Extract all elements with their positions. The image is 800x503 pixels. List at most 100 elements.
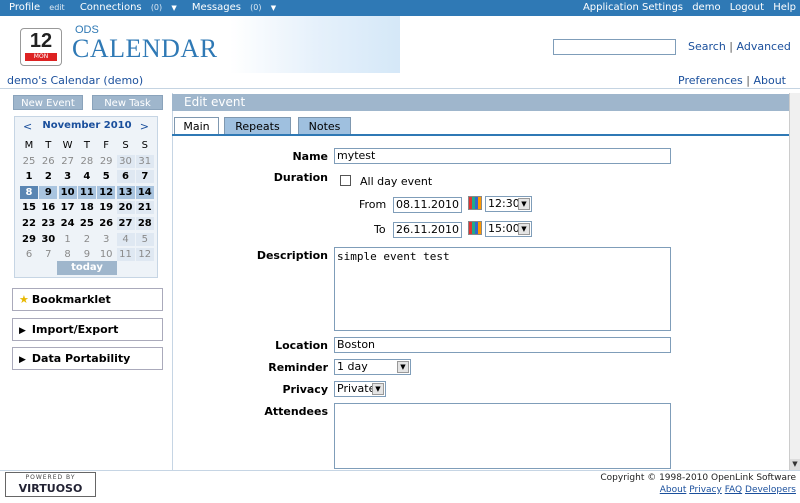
bookmarklet-panel[interactable]: ★ Bookmarklet bbox=[12, 288, 163, 311]
calendar-day[interactable]: 10 bbox=[97, 248, 115, 261]
calendar-day[interactable]: 28 bbox=[78, 155, 96, 168]
calendar-day[interactable]: 28 bbox=[135, 217, 154, 230]
profile-link[interactable]: Profile edit bbox=[9, 2, 71, 13]
calendar-day[interactable]: 29 bbox=[20, 233, 38, 246]
data-portability-panel[interactable]: ▶ Data Portability bbox=[12, 347, 163, 370]
calendar-day[interactable]: 13 bbox=[116, 185, 135, 199]
all-day-checkbox[interactable] bbox=[340, 175, 351, 186]
calendar-day[interactable]: 25 bbox=[20, 155, 38, 168]
calendar-day[interactable]: 16 bbox=[39, 201, 57, 214]
tab-notes[interactable]: Notes bbox=[298, 117, 351, 135]
search-link[interactable]: Search bbox=[688, 40, 726, 53]
vertical-scrollbar[interactable]: ▼ bbox=[789, 93, 800, 470]
footer-info: Copyright © 1998-2010 OpenLink Software … bbox=[600, 472, 796, 496]
scroll-down-icon[interactable]: ▼ bbox=[790, 459, 800, 470]
calendar-day[interactable]: 31 bbox=[135, 154, 154, 168]
calendar-day[interactable]: 27 bbox=[59, 155, 77, 168]
application-settings-link[interactable]: Application Settings bbox=[583, 2, 683, 13]
logout-link[interactable]: Logout bbox=[730, 2, 764, 13]
new-task-button[interactable]: New Task bbox=[92, 95, 163, 110]
calendar-day[interactable]: 6 bbox=[20, 248, 38, 261]
calendar-day[interactable]: 30 bbox=[39, 233, 57, 246]
connections-menu[interactable]: Connections (0) ▼ bbox=[80, 2, 183, 13]
calendar-day[interactable]: 2 bbox=[39, 170, 57, 183]
chevron-down-icon: ▼ bbox=[171, 4, 177, 12]
advanced-search-link[interactable]: Advanced bbox=[737, 40, 791, 53]
virtuoso-logo[interactable]: POWERED BY VIRTUOSO bbox=[5, 472, 96, 497]
calendar-day[interactable]: 6 bbox=[116, 170, 135, 184]
import-export-panel[interactable]: ▶ Import/Export bbox=[12, 318, 163, 341]
calendar-day[interactable]: 2 bbox=[78, 233, 96, 246]
calendar-day[interactable]: 26 bbox=[97, 217, 115, 230]
from-time-select[interactable]: 12:30 ▼ bbox=[485, 196, 532, 212]
about-link[interactable]: About bbox=[753, 74, 786, 87]
location-label: Location bbox=[275, 339, 328, 352]
calendar-owner-link[interactable]: demo's Calendar (demo) bbox=[7, 74, 143, 87]
virtuoso-text: VIRTUOSO bbox=[18, 482, 83, 495]
footer-faq-link[interactable]: FAQ bbox=[725, 485, 742, 495]
calendar-day[interactable]: 12 bbox=[97, 185, 116, 199]
calendar-day[interactable]: 12 bbox=[135, 248, 154, 262]
attendees-textarea[interactable] bbox=[334, 403, 671, 469]
calendar-day[interactable]: 7 bbox=[39, 248, 57, 261]
calendar-day[interactable]: 3 bbox=[59, 170, 77, 183]
preferences-link[interactable]: Preferences bbox=[678, 74, 743, 87]
messages-menu[interactable]: Messages (0) ▼ bbox=[192, 2, 282, 13]
to-date-input[interactable]: 26.11.2010 bbox=[393, 222, 462, 238]
from-date-input[interactable]: 08.11.2010 bbox=[393, 197, 462, 213]
help-link[interactable]: Help bbox=[773, 2, 796, 13]
calendar-day[interactable]: 11 bbox=[77, 185, 96, 199]
calendar-day[interactable]: 8 bbox=[20, 185, 38, 199]
new-event-button[interactable]: New Event bbox=[13, 95, 83, 110]
location-input[interactable]: Boston bbox=[334, 337, 671, 353]
calendar-day[interactable]: 4 bbox=[78, 170, 96, 183]
calendar-day[interactable]: 9 bbox=[39, 185, 58, 199]
search-links: Search | Advanced bbox=[688, 40, 791, 53]
reminder-select[interactable]: 1 day ▼ bbox=[334, 359, 411, 375]
to-time-select[interactable]: 15:00 ▼ bbox=[485, 221, 532, 237]
calendar-day[interactable]: 27 bbox=[116, 217, 135, 230]
calendar-day[interactable]: 19 bbox=[97, 201, 115, 214]
tab-repeats[interactable]: Repeats bbox=[224, 117, 291, 135]
calendar-day[interactable]: 29 bbox=[97, 155, 115, 168]
calendar-day[interactable]: 3 bbox=[97, 233, 115, 246]
calendar-day[interactable]: 15 bbox=[20, 201, 38, 214]
user-link[interactable]: demo bbox=[692, 2, 720, 13]
date-picker-icon[interactable] bbox=[468, 196, 482, 210]
calendar-day[interactable]: 10 bbox=[58, 185, 77, 199]
calendar-day[interactable]: 23 bbox=[39, 217, 57, 230]
calendar-day[interactable]: 20 bbox=[116, 201, 135, 215]
footer-about-link[interactable]: About bbox=[660, 485, 687, 495]
privacy-select[interactable]: Private ▼ bbox=[334, 381, 386, 397]
footer-privacy-link[interactable]: Privacy bbox=[689, 485, 722, 495]
search-input[interactable] bbox=[553, 39, 676, 55]
calendar-day[interactable]: 14 bbox=[135, 185, 154, 199]
date-picker-icon[interactable] bbox=[468, 221, 482, 235]
calendar-day[interactable]: 30 bbox=[116, 154, 135, 168]
profile-edit-link[interactable]: edit bbox=[49, 3, 64, 12]
calendar-day[interactable]: 22 bbox=[20, 217, 38, 230]
description-textarea[interactable]: simple event test bbox=[334, 247, 671, 331]
calendar-day[interactable]: 7 bbox=[135, 170, 154, 184]
calendar-day[interactable]: 1 bbox=[20, 170, 38, 183]
calendar-logo-icon: 12 MON bbox=[20, 28, 62, 66]
logo-calendar-text: CALENDAR bbox=[72, 34, 218, 63]
footer-developers-link[interactable]: Developers bbox=[745, 485, 796, 495]
calendar-day[interactable]: 1 bbox=[59, 233, 77, 246]
calendar-day[interactable]: 5 bbox=[97, 170, 115, 183]
name-input[interactable]: mytest bbox=[334, 148, 671, 164]
messages-label: Messages bbox=[191, 2, 241, 13]
calendar-day[interactable]: 25 bbox=[78, 217, 96, 230]
calendar-day[interactable]: 11 bbox=[116, 248, 135, 262]
calendar-day[interactable]: 4 bbox=[116, 232, 135, 246]
calendar-day[interactable]: 9 bbox=[78, 248, 96, 261]
calendar-day[interactable]: 21 bbox=[135, 201, 154, 215]
next-month-button[interactable]: > bbox=[140, 120, 149, 133]
calendar-day[interactable]: 24 bbox=[59, 217, 77, 230]
calendar-day[interactable]: 8 bbox=[59, 248, 77, 261]
calendar-day[interactable]: 18 bbox=[78, 201, 96, 214]
today-button[interactable]: today bbox=[57, 261, 117, 275]
calendar-day[interactable]: 5 bbox=[135, 232, 154, 246]
calendar-day[interactable]: 17 bbox=[59, 201, 77, 214]
calendar-day[interactable]: 26 bbox=[39, 155, 57, 168]
